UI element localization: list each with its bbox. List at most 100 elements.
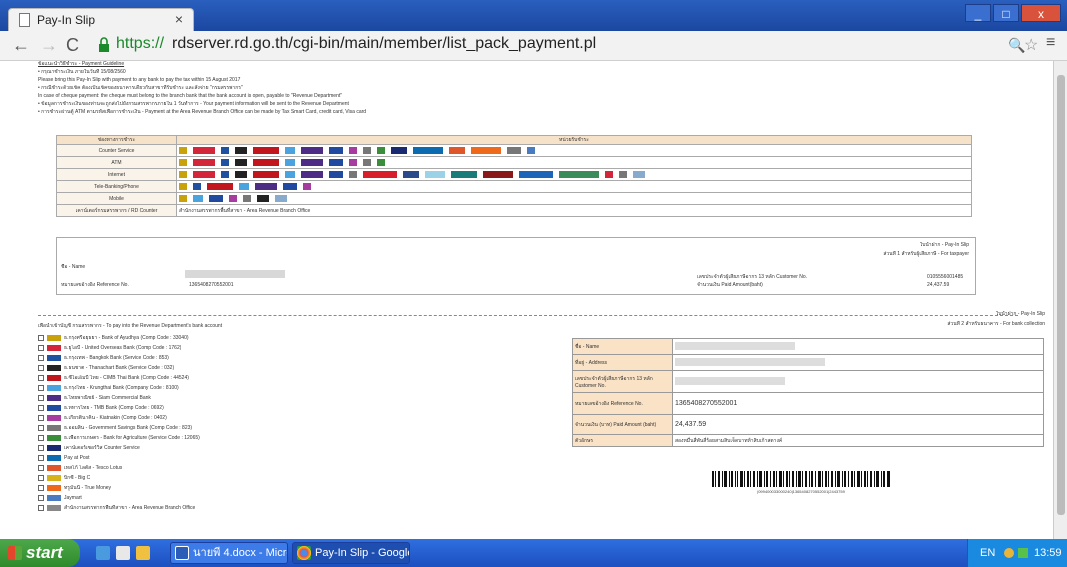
checkbox[interactable] [38, 435, 44, 441]
channel-cell: Counter Service [56, 144, 177, 157]
reference-label: หมายเลขอ้างอิง Reference No. [61, 282, 129, 288]
checkbox[interactable] [38, 495, 44, 501]
list-item[interactable]: เทสโก้ โลตัส - Tesco Lotus [38, 463, 438, 473]
language-indicator[interactable]: EN [980, 547, 995, 559]
table-row: Counter Service [56, 144, 972, 157]
address-bar[interactable]: https:// rdserver.rd.go.th/cgi-bin/main/… [98, 34, 1018, 58]
browser-quicklaunch-icon[interactable] [96, 546, 110, 560]
redacted-field [675, 376, 785, 385]
taskbar-item-word[interactable]: นายพี 4.docx - Micros... [170, 542, 288, 564]
list-item[interactable]: ธ.ไทยพาณิชย์ - Siam Commercial Bank [38, 393, 438, 403]
back-arrow-icon[interactable]: ← [12, 35, 30, 56]
list-item[interactable]: ธ.เกียรตินาคิน - Kiatnakin (Comp Code : … [38, 413, 438, 423]
checkbox[interactable] [38, 445, 44, 451]
bank-logo-icon [47, 505, 61, 511]
checkbox[interactable] [38, 475, 44, 481]
list-item[interactable]: ธ.กรุงเทพ - Bangkok Bank (Service Code :… [38, 353, 438, 363]
instruction-line: • กรณีชำระด้วยเช็ค ต้องเป็นเช็คของธนาคาร… [38, 85, 243, 91]
table-row: เคาน์เตอร์กรมสรรพากร / RD Counter สำนักง… [56, 204, 972, 217]
checkbox[interactable] [38, 455, 44, 461]
bank-logo-icon [47, 415, 61, 421]
reference-value: 1365408270552001 [189, 282, 234, 288]
pay-in-slip-bank: ชื่อ - Name ที่อยู่ - Address เลขประจำตั… [572, 338, 1044, 447]
start-button[interactable]: start [0, 539, 80, 567]
bank-logo-icon [47, 375, 61, 381]
table-row: Mobile [56, 192, 972, 205]
reload-icon[interactable]: C [66, 35, 79, 56]
bookmark-star-icon[interactable]: ☆ [1024, 35, 1038, 55]
list-item[interactable]: ธ.กรุงไทย - Krungthai Bank (Company Code… [38, 383, 438, 393]
checkbox[interactable] [38, 395, 44, 401]
volume-icon[interactable] [1018, 548, 1028, 558]
bank-logos [176, 168, 972, 181]
checkbox[interactable] [38, 355, 44, 361]
window-controls: _ □ x [965, 4, 1061, 22]
checkbox[interactable] [38, 385, 44, 391]
payment-channel-table: ช่องทางการชำระ หน่วยรับชำระ Counter Serv… [56, 135, 972, 217]
bank-logo-icon [47, 495, 61, 501]
page-content: ข้อแนะนำวิธีชำระ - Payment Guideline • ก… [0, 61, 1067, 539]
checkbox[interactable] [38, 365, 44, 371]
checkbox[interactable] [38, 505, 44, 511]
close-window-button[interactable]: x [1021, 4, 1061, 22]
checkbox[interactable] [38, 335, 44, 341]
browser-window: Pay-In Slip × _ □ x ← → C https:// rdser… [0, 0, 1067, 567]
page-icon [19, 13, 30, 27]
vertical-scrollbar[interactable] [1053, 61, 1067, 539]
checkbox[interactable] [38, 415, 44, 421]
list-item[interactable]: Pay at Post [38, 453, 438, 463]
list-item[interactable]: Jaymart [38, 493, 438, 503]
taskbar-item-chrome[interactable]: Pay-In Slip - Google C... [292, 542, 410, 564]
list-item[interactable]: ธ.กรุงศรีอยุธยา - Bank of Ayudhya (Comp … [38, 333, 438, 343]
list-item[interactable]: ธ.เพื่อการเกษตร - Bank for Agriculture (… [38, 433, 438, 443]
redacted-name [185, 270, 285, 278]
bank-logos [176, 156, 972, 169]
scrollbar-thumb[interactable] [1057, 75, 1065, 515]
slip-copy-label: ส่วนที่ 1 สำหรับผู้เสียภาษี - For taxpay… [883, 251, 969, 257]
channel-cell: Tele-Banking/Phone [56, 180, 177, 193]
maximize-button[interactable]: □ [993, 4, 1019, 22]
instruction-line: • การชำระผ่านตู้ ATM ตามรหัสเพื่อการชำระ… [38, 109, 367, 115]
bank-payment-list: เพื่อนำเข้าบัญชี กรมสรรพากร - To pay int… [38, 323, 438, 513]
bank-logos [176, 144, 972, 157]
checkbox[interactable] [38, 485, 44, 491]
list-item[interactable]: ธ.ออมสิน - Government Savings Bank (Comp… [38, 423, 438, 433]
lock-icon [99, 37, 109, 52]
checkbox[interactable] [38, 375, 44, 381]
slip-title: ใบนำฝาก - Pay-In Slip [919, 242, 969, 248]
instruction-line: Please bring this Pay-In Slip with payme… [38, 77, 241, 83]
amount-value: 24,437.59 [927, 282, 950, 288]
browser-tab[interactable]: Pay-In Slip × [8, 8, 194, 31]
url-text: rdserver.rd.go.th/cgi-bin/main/member/li… [172, 35, 597, 52]
list-item[interactable]: ธ.ยูโอบี - United Overseas Bank (Comp Co… [38, 343, 438, 353]
list-item[interactable]: ทรูมันนี่ - True Money [38, 483, 438, 493]
desktop-quicklaunch-icon[interactable] [116, 546, 130, 560]
list-item[interactable]: ธ.ซีไอเอ็มบี ไทย - CIMB Thai Bank (Comp … [38, 373, 438, 383]
tab-title: Pay-In Slip [37, 13, 96, 27]
media-quicklaunch-icon[interactable] [136, 546, 150, 560]
checkbox[interactable] [38, 425, 44, 431]
forward-arrow-icon[interactable]: → [40, 35, 58, 56]
tab-close-button[interactable]: × [175, 11, 183, 27]
instruction-line: • ข้อมูลการชำระเงินของท่านจะถูกส่งไปยังก… [38, 101, 349, 107]
checkbox[interactable] [38, 465, 44, 471]
list-item[interactable]: สำนักงานสรรพากรพื้นที่สาขา - Area Revenu… [38, 503, 438, 513]
slip2-copy-label: ส่วนที่ 2 สำหรับธนาคาร - For bank collec… [947, 321, 1045, 327]
table-row: Internet [56, 168, 972, 181]
table-row: จำนวนเงิน (บาท) Paid Amount (baht) 24,437… [572, 414, 1044, 435]
pay-in-slip-taxpayer: ใบนำฝาก - Pay-In Slip ส่วนที่ 1 สำหรับผู… [56, 237, 976, 295]
checkbox[interactable] [38, 345, 44, 351]
bank-logos [176, 192, 972, 205]
table-row: เลขประจำตัวผู้เสียภาษีอากร 13 หลัก Custo… [572, 370, 1044, 393]
instructions-heading: ข้อแนะนำวิธีชำระ - Payment Guideline [38, 61, 125, 67]
network-icon[interactable] [1004, 548, 1014, 558]
bank-logo-icon [47, 425, 61, 431]
list-item[interactable]: ธ.ธนชาต - Thanachart Bank (Service Code … [38, 363, 438, 373]
list-item[interactable]: บิ๊กซี - Big C [38, 473, 438, 483]
list-item[interactable]: เคาน์เตอร์เซอร์วิส Counter Service [38, 443, 438, 453]
checkbox[interactable] [38, 405, 44, 411]
menu-icon[interactable]: ≡ [1046, 34, 1055, 52]
zoom-icon[interactable]: 🔍 [1008, 37, 1025, 54]
list-item[interactable]: ธ.ทหารไทย - TMB Bank (Comp Code : 0692) [38, 403, 438, 413]
minimize-button[interactable]: _ [965, 4, 991, 22]
